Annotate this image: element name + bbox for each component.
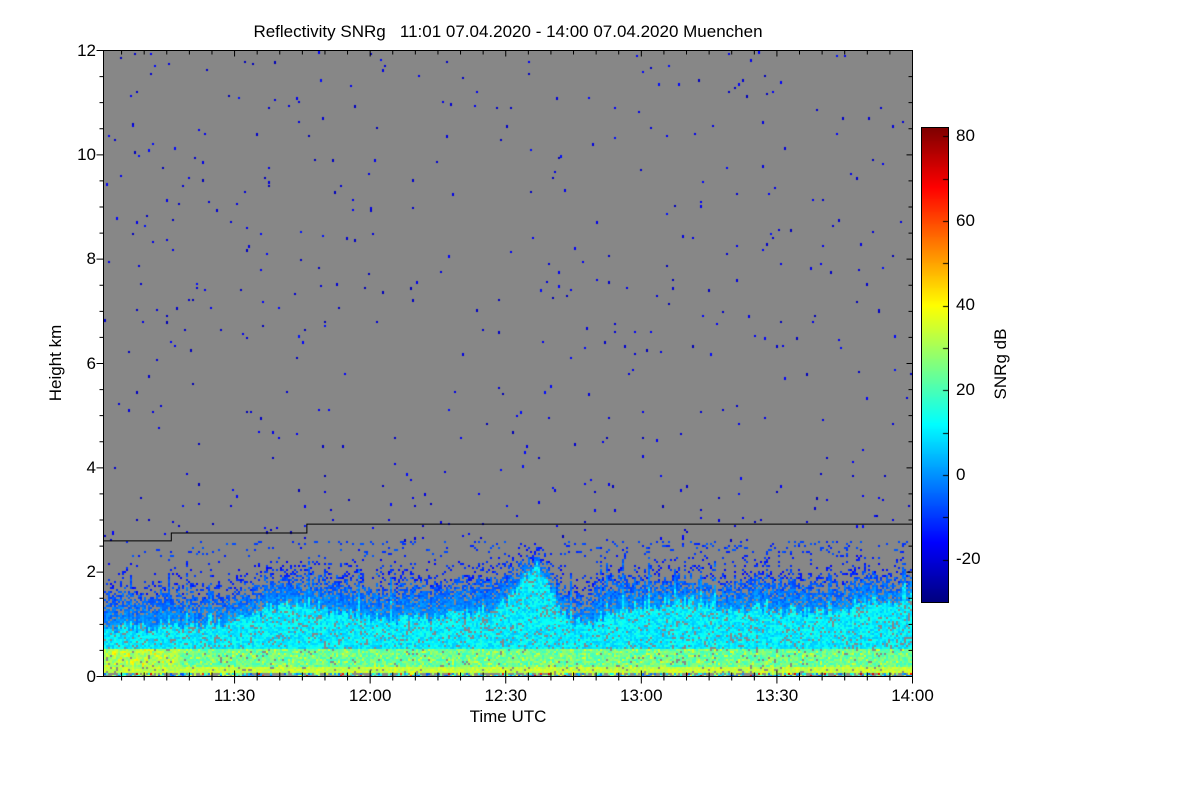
y-tick-label: 8 [86,249,96,269]
colorbar-tick-label: 40 [956,295,975,315]
x-tick-label: 13:30 [755,686,799,705]
colorbar-gradient [921,127,949,603]
colorbar-tick-label: 80 [956,125,975,145]
y-tick-label: 0 [86,666,96,686]
y-tick-label: 12 [77,40,96,60]
x-tick-label: 12:30 [484,686,528,705]
x-tick-label: 11:30 [213,686,256,705]
y-tick-label: 10 [77,144,96,164]
y-tick-label: 4 [86,457,96,477]
plot-title: Reflectivity SNRg 11:01 07.04.2020 - 14:… [253,22,763,41]
y-tick-label: 2 [86,562,96,582]
x-tick-label: 12:00 [348,686,392,705]
x-axis-label: Time UTC [469,707,547,726]
colorbar-label: SNRg dB [991,328,1010,400]
y-tick-label: 6 [86,353,96,373]
colorbar-tick-label: -20 [956,549,981,569]
figure: Reflectivity SNRg 11:01 07.04.2020 - 14:… [0,0,1200,800]
heatmap-canvas [104,51,912,676]
colorbar-tick-label: 20 [956,379,975,399]
colorbar-tick-label: 0 [956,464,966,484]
x-tick-label: 14:00 [891,686,934,705]
x-tick-label: 13:00 [620,686,663,705]
colorbar-tick-label: 60 [956,210,975,230]
